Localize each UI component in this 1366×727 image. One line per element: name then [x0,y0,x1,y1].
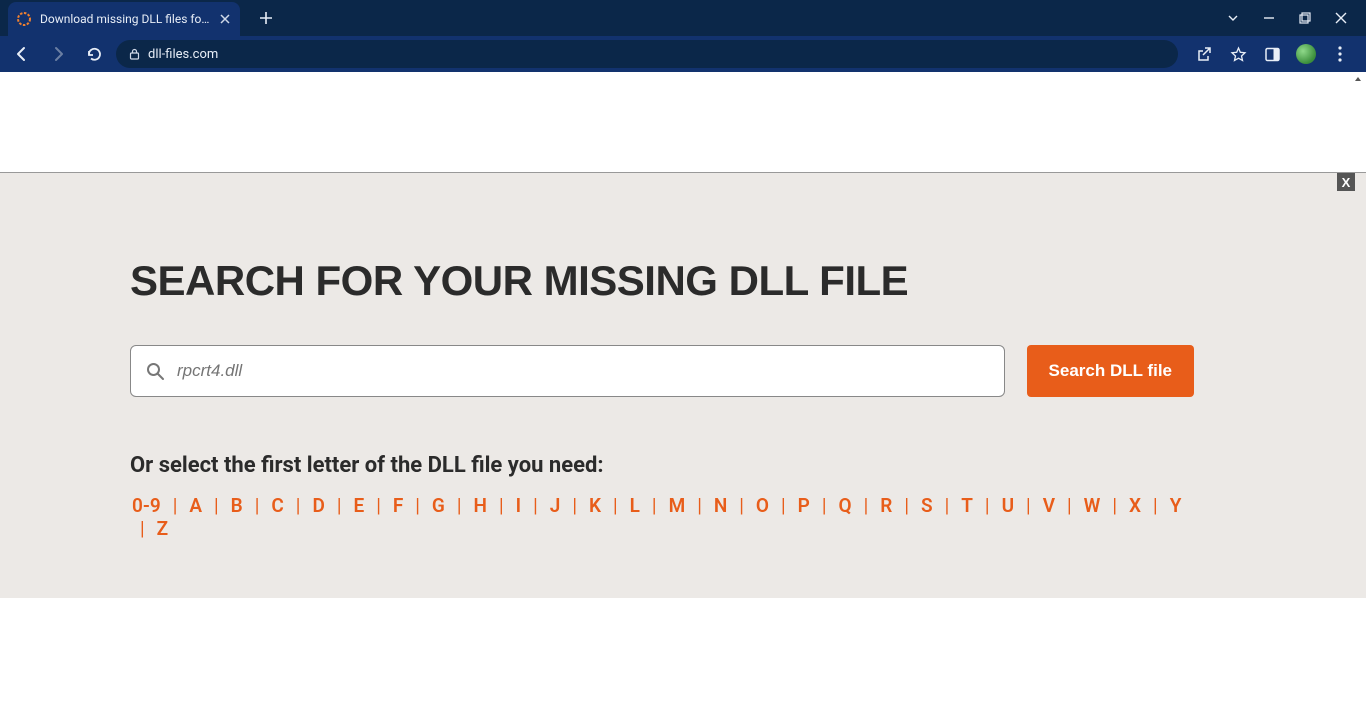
separator: | [163,494,188,517]
letter-link[interactable]: M [667,494,688,517]
side-panel-icon[interactable] [1262,44,1282,64]
separator: | [204,494,229,517]
forward-button[interactable] [44,40,72,68]
search-button[interactable]: Search DLL file [1027,345,1194,397]
separator: | [327,494,352,517]
letter-link[interactable]: C [269,494,285,517]
separator: | [687,494,712,517]
browser-titlebar: Download missing DLL files for fr [0,0,1366,36]
search-row: Search DLL file [130,345,1194,397]
letter-link[interactable]: F [391,494,405,517]
separator: | [286,494,311,517]
letter-link[interactable]: V [1041,494,1057,517]
letter-link[interactable]: R [878,494,894,517]
separator: | [812,494,837,517]
minimize-icon[interactable] [1262,11,1276,25]
bookmark-star-icon[interactable] [1228,44,1248,64]
separator: | [1102,494,1127,517]
separator: | [523,494,548,517]
letter-link[interactable]: T [959,494,975,517]
letter-link[interactable]: H [472,494,489,517]
separator: | [894,494,919,517]
letter-link[interactable]: Q [837,494,854,517]
search-input[interactable] [177,361,990,381]
separator: | [854,494,879,517]
letter-link[interactable]: U [1000,494,1016,517]
separator: | [729,494,754,517]
lock-icon [128,48,140,60]
close-window-icon[interactable] [1334,11,1348,25]
close-tab-icon[interactable] [218,12,232,26]
share-icon[interactable] [1194,44,1214,64]
separator: | [1143,494,1168,517]
close-ad-button[interactable]: X [1337,173,1355,191]
letter-link[interactable]: S [919,494,935,517]
letter-link[interactable]: J [548,494,563,517]
kebab-menu-icon[interactable] [1330,44,1350,64]
letter-link[interactable]: D [310,494,326,517]
separator: | [562,494,587,517]
letter-link[interactable]: P [796,494,812,517]
separator: | [405,494,430,517]
letter-link[interactable]: O [754,494,771,517]
search-section: X SEARCH FOR YOUR MISSING DLL FILE Searc… [0,172,1366,598]
separator: | [1057,494,1082,517]
letter-link[interactable]: I [514,494,523,517]
maximize-icon[interactable] [1298,11,1312,25]
profile-avatar[interactable] [1296,44,1316,64]
window-controls [1208,0,1366,36]
letter-link[interactable]: B [229,494,245,517]
tab-title: Download missing DLL files for fr [40,12,210,26]
letter-link[interactable]: G [430,494,447,517]
letter-link[interactable]: A [187,494,204,517]
separator: | [771,494,796,517]
search-icon [145,361,165,381]
separator: | [366,494,391,517]
letter-link[interactable]: X [1127,494,1143,517]
separator: | [642,494,667,517]
tab-favicon-icon [16,11,32,27]
letter-index: 0-9|A|B|C|D|E|F|G|H|I|J|K|L|M|N|O|P|Q|R|… [130,494,1194,540]
scroll-up-arrow-icon[interactable] [1352,73,1364,85]
browser-toolbar: dll-files.com [0,36,1366,72]
letter-index-heading: Or select the first letter of the DLL fi… [130,453,1194,478]
letter-link[interactable]: Z [155,517,171,540]
letter-link[interactable]: 0-9 [130,494,163,517]
letter-link[interactable]: L [628,494,642,517]
new-tab-button[interactable] [252,4,280,32]
letter-link[interactable]: N [712,494,729,517]
back-button[interactable] [8,40,36,68]
separator: | [489,494,514,517]
search-box [130,345,1005,397]
url-text: dll-files.com [148,47,218,62]
top-ad-space [0,72,1366,172]
separator: | [245,494,270,517]
letter-link[interactable]: K [587,494,603,517]
separator: | [603,494,628,517]
address-bar[interactable]: dll-files.com [116,40,1178,68]
mid-ad-space [0,598,1366,727]
separator: | [975,494,1000,517]
letter-link[interactable]: E [351,494,366,517]
separator: | [447,494,472,517]
page-viewport: X SEARCH FOR YOUR MISSING DLL FILE Searc… [0,72,1366,727]
reload-button[interactable] [80,40,108,68]
separator: | [1016,494,1041,517]
separator: | [935,494,960,517]
separator: | [130,517,155,540]
letter-link[interactable]: Y [1168,494,1184,517]
page-heading: SEARCH FOR YOUR MISSING DLL FILE [130,257,1194,305]
toolbar-right [1186,44,1358,64]
browser-tab[interactable]: Download missing DLL files for fr [8,2,240,36]
letter-link[interactable]: W [1082,494,1103,517]
chevron-down-icon[interactable] [1226,11,1240,25]
